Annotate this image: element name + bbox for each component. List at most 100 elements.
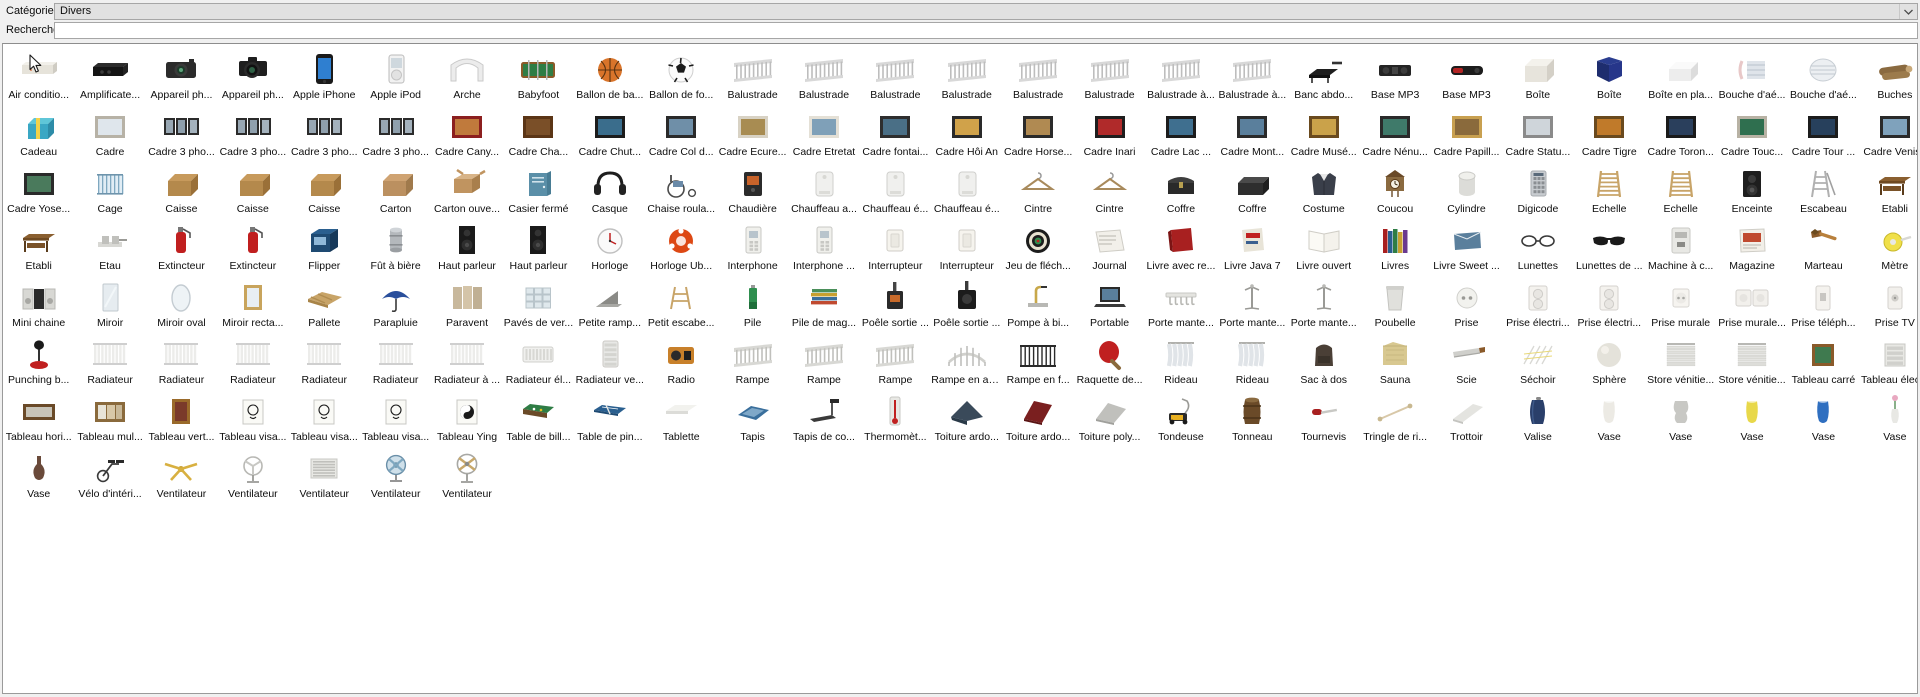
object-grid-item[interactable]: Poêle sortie ...	[931, 274, 1002, 331]
object-grid-item[interactable]: Air conditio...	[3, 46, 74, 103]
object-grid-item[interactable]: Cadre Tour ...	[1788, 103, 1859, 160]
search-input[interactable]	[55, 23, 1917, 38]
search-field-wrap[interactable]	[54, 22, 1918, 39]
object-grid-item[interactable]: Cadre 3 pho...	[217, 103, 288, 160]
object-grid-item[interactable]: Arche	[431, 46, 502, 103]
object-grid-item[interactable]: Tableau visa...	[217, 388, 288, 445]
object-grid-item[interactable]: Cadre Papill...	[1431, 103, 1502, 160]
object-grid-item[interactable]: Chaudière	[717, 160, 788, 217]
object-grid-item[interactable]: Babyfoot	[503, 46, 574, 103]
object-grid-item[interactable]: Cadre Toron...	[1645, 103, 1716, 160]
object-grid-item[interactable]: Ballon de ba...	[574, 46, 645, 103]
object-grid-item[interactable]: Balustrade	[717, 46, 788, 103]
object-grid-item[interactable]: Tringle de ri...	[1359, 388, 1430, 445]
object-grid-item[interactable]: Boîte en pla...	[1645, 46, 1716, 103]
object-grid-item[interactable]: Valise	[1502, 388, 1573, 445]
object-grid-item[interactable]: Radiateur	[217, 331, 288, 388]
object-grid-item[interactable]: Cadre Mont...	[1217, 103, 1288, 160]
object-grid-item[interactable]: Radiateur	[146, 331, 217, 388]
object-grid-item[interactable]: Costume	[1288, 160, 1359, 217]
object-grid-item[interactable]: Toiture poly...	[1074, 388, 1145, 445]
object-grid-item[interactable]: Cadre Musé...	[1288, 103, 1359, 160]
object-grid-item[interactable]: Prise électri...	[1502, 274, 1573, 331]
object-grid-item[interactable]: Caisse	[289, 160, 360, 217]
object-grid-item[interactable]: Radiateur	[360, 331, 431, 388]
object-grid-item[interactable]: Boîte	[1574, 46, 1645, 103]
object-grid-item[interactable]: Casier fermé	[503, 160, 574, 217]
object-grid-item[interactable]: Ventilateur	[289, 445, 360, 502]
object-grid-item[interactable]: Sauna	[1359, 331, 1430, 388]
object-grid-item[interactable]: Rampe	[788, 331, 859, 388]
object-grid-item[interactable]: Caisse	[217, 160, 288, 217]
object-grid-item[interactable]: Tondeuse	[1145, 388, 1216, 445]
object-grid-item[interactable]: Rampe	[860, 331, 931, 388]
object-grid-item[interactable]: Etabli	[3, 217, 74, 274]
object-grid-item[interactable]: Interphone	[717, 217, 788, 274]
object-grid-item[interactable]: Mini chaine	[3, 274, 74, 331]
object-grid-item[interactable]: Escabeau	[1788, 160, 1859, 217]
object-grid-item[interactable]: Tableau carré	[1788, 331, 1859, 388]
object-grid-item[interactable]: Tableau élec...	[1859, 331, 1917, 388]
object-grid-item[interactable]: Porte mante...	[1288, 274, 1359, 331]
object-grid-item[interactable]: Caisse	[146, 160, 217, 217]
object-grid-item[interactable]: Cadre 3 pho...	[146, 103, 217, 160]
object-grid-item[interactable]: Cage	[74, 160, 145, 217]
object-grid-item[interactable]: Rampe en an...	[931, 331, 1002, 388]
object-grid-item[interactable]: Digicode	[1502, 160, 1573, 217]
object-grid-item[interactable]: Haut parleur	[503, 217, 574, 274]
category-combobox[interactable]: Divers	[54, 3, 1918, 20]
object-grid-item[interactable]: Cadre Lac ...	[1145, 103, 1216, 160]
object-grid-item[interactable]: Base MP3	[1431, 46, 1502, 103]
object-grid-item[interactable]: Cadre 3 pho...	[289, 103, 360, 160]
object-grid-item[interactable]: Extincteur	[217, 217, 288, 274]
object-grid-item[interactable]: Interphone ...	[788, 217, 859, 274]
object-grid-item[interactable]: Balustrade à...	[1145, 46, 1216, 103]
object-grid-item[interactable]: Pompe à bi...	[1002, 274, 1073, 331]
object-grid-item[interactable]: Poubelle	[1359, 274, 1430, 331]
object-grid-item[interactable]: Store vénitie...	[1716, 331, 1787, 388]
object-grid-item[interactable]: Livre avec re...	[1145, 217, 1216, 274]
object-grid-item[interactable]: Horloge	[574, 217, 645, 274]
object-grid-item[interactable]: Apple iPod	[360, 46, 431, 103]
object-grid-item[interactable]: Balustrade à...	[1217, 46, 1288, 103]
object-grid-item[interactable]: Prise TV	[1859, 274, 1917, 331]
object-grid-item[interactable]: Journal	[1074, 217, 1145, 274]
object-grid-item[interactable]: Rideau	[1217, 331, 1288, 388]
object-grid-item[interactable]: Carton ouve...	[431, 160, 502, 217]
object-grid-item[interactable]: Cadre Cany...	[431, 103, 502, 160]
object-grid-item[interactable]: Flipper	[289, 217, 360, 274]
object-grid-item[interactable]: Prise électri...	[1574, 274, 1645, 331]
object-grid-item[interactable]: Tournevis	[1288, 388, 1359, 445]
object-grid-item[interactable]: Cadre Touc...	[1716, 103, 1787, 160]
object-grid-item[interactable]: Ballon de fo...	[646, 46, 717, 103]
object-grid-item[interactable]: Fût à bière	[360, 217, 431, 274]
object-grid-item[interactable]: Miroir recta...	[217, 274, 288, 331]
object-grid-item[interactable]: Radiateur ve...	[574, 331, 645, 388]
object-grid-item[interactable]: Balustrade	[931, 46, 1002, 103]
object-grid-item[interactable]: Rampe	[717, 331, 788, 388]
object-grid-item[interactable]: Haut parleur	[431, 217, 502, 274]
object-grid-item[interactable]: Radiateur él...	[503, 331, 574, 388]
object-grid-item[interactable]: Cadre Col d...	[646, 103, 717, 160]
object-grid-item[interactable]: Cintre	[1074, 160, 1145, 217]
object-grid-item[interactable]: Echelle	[1574, 160, 1645, 217]
object-grid-item[interactable]: Bouche d'aé...	[1788, 46, 1859, 103]
object-grid-item[interactable]: Chauffeau é...	[931, 160, 1002, 217]
object-grid-item[interactable]: Cadre Cha...	[503, 103, 574, 160]
object-grid-item[interactable]: Cadre Horse...	[1002, 103, 1073, 160]
object-grid-item[interactable]: Tableau mul...	[74, 388, 145, 445]
object-grid-item[interactable]: Carton	[360, 160, 431, 217]
object-grid-item[interactable]: Ventilateur	[217, 445, 288, 502]
object-grid-item[interactable]: Paravent	[431, 274, 502, 331]
object-grid-item[interactable]: Horloge Ub...	[646, 217, 717, 274]
object-grid-item[interactable]: Chauffeau é...	[860, 160, 931, 217]
object-grid-item[interactable]: Ventilateur	[146, 445, 217, 502]
object-grid-item[interactable]: Tableau Ying	[431, 388, 502, 445]
object-grid-item[interactable]: Interrupteur	[860, 217, 931, 274]
object-grid-item[interactable]: Pavés de ver...	[503, 274, 574, 331]
object-grid-item[interactable]: Cadre fontai...	[860, 103, 931, 160]
object-grid-item[interactable]: Vase	[3, 445, 74, 502]
object-grid-item[interactable]: Coffre	[1145, 160, 1216, 217]
object-grid-item[interactable]: Rideau	[1145, 331, 1216, 388]
object-grid-item[interactable]: Vase	[1859, 388, 1917, 445]
